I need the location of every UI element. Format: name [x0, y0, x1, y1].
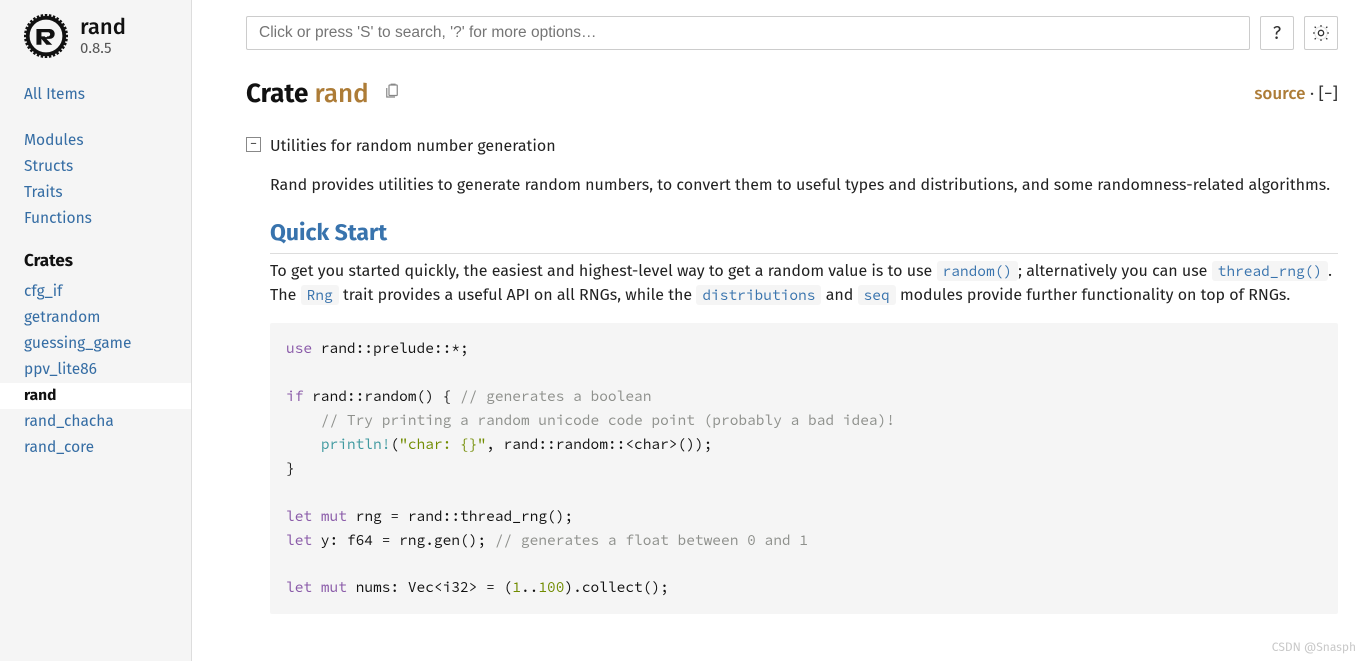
- crate-link-rand_chacha[interactable]: rand_chacha: [24, 409, 179, 435]
- copy-path-icon[interactable]: [383, 81, 401, 106]
- nav-traits[interactable]: Traits: [24, 180, 179, 206]
- crate-link-getrandom[interactable]: getrandom: [24, 305, 179, 331]
- doc-summary: Utilities for random number generation: [270, 135, 1338, 160]
- crate-link-cfg_if[interactable]: cfg_if: [24, 279, 179, 305]
- crate-link-rand_core[interactable]: rand_core: [24, 435, 179, 461]
- main-content: ? Crate rand source · [−]: [192, 0, 1366, 661]
- doc-toggle-icon[interactable]: −: [246, 137, 261, 152]
- gear-icon: [1311, 23, 1331, 43]
- crate-version: 0.8.5: [80, 39, 126, 57]
- title-actions: source · [−]: [1254, 83, 1338, 104]
- page-title: Crate rand: [246, 78, 369, 109]
- rust-logo-icon: [24, 14, 68, 58]
- watermark: CSDN @Snasph: [1272, 641, 1356, 655]
- search-input[interactable]: [246, 16, 1250, 50]
- code-example: use rand::prelude::*; if rand::random() …: [270, 323, 1338, 614]
- sidebar-header: rand 0.8.5: [24, 14, 179, 58]
- title-bar: Crate rand source · [−]: [246, 78, 1338, 109]
- source-link[interactable]: source: [1254, 83, 1305, 104]
- sidebar: rand 0.8.5 All Items Modules Structs Tra…: [0, 0, 192, 661]
- quick-start-heading[interactable]: Quick Start: [270, 219, 1338, 254]
- nav-functions[interactable]: Functions: [24, 206, 179, 232]
- crate-link-guessing_game[interactable]: guessing_game: [24, 331, 179, 357]
- code-rng-trait[interactable]: Rng: [301, 285, 339, 305]
- doc-block: − Utilities for random number generation…: [246, 135, 1338, 614]
- crate-name-link[interactable]: rand: [314, 78, 368, 109]
- code-random[interactable]: random(): [937, 261, 1019, 281]
- code-distributions[interactable]: distributions: [696, 285, 821, 305]
- crate-name[interactable]: rand: [80, 15, 126, 39]
- settings-button[interactable]: [1304, 16, 1338, 50]
- help-button[interactable]: ?: [1260, 16, 1294, 50]
- doc-intro: Rand provides utilities to generate rand…: [270, 174, 1338, 199]
- all-items-link[interactable]: All Items: [24, 82, 179, 108]
- crate-link-ppv_lite86[interactable]: ppv_lite86: [24, 357, 179, 383]
- crates-heading: Crates: [24, 250, 179, 271]
- collapse-toggle[interactable]: [−]: [1319, 83, 1338, 104]
- code-seq[interactable]: seq: [858, 285, 896, 305]
- nav-structs[interactable]: Structs: [24, 154, 179, 180]
- quick-start-paragraph: To get you started quickly, the easiest …: [270, 260, 1338, 310]
- crate-link-rand[interactable]: rand: [0, 383, 191, 409]
- nav-modules[interactable]: Modules: [24, 128, 179, 154]
- code-thread-rng[interactable]: thread_rng(): [1212, 261, 1328, 281]
- topbar: ?: [246, 16, 1338, 50]
